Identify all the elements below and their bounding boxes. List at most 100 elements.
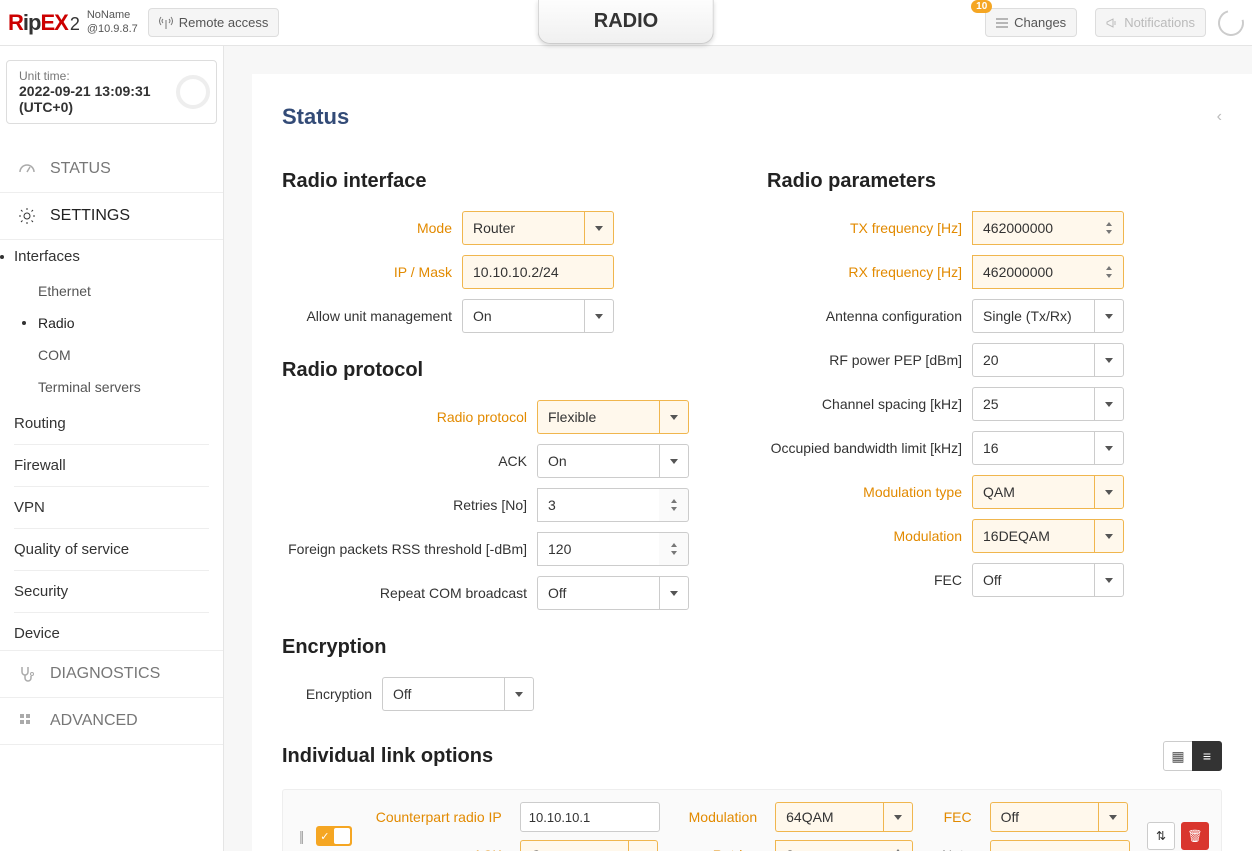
rx-frequency-input[interactable]: 462000000: [972, 255, 1094, 289]
channel-spacing-select[interactable]: 25: [972, 387, 1094, 421]
rss-stepper[interactable]: [659, 532, 689, 566]
notifications-button[interactable]: Notifications: [1095, 8, 1206, 37]
sidebar-item-com[interactable]: COM: [0, 339, 223, 371]
nav-advanced[interactable]: ADVANCED: [0, 698, 223, 745]
clock-ring-icon: [176, 75, 210, 109]
swap-icon: ⇅: [1156, 829, 1166, 843]
link-ack-select[interactable]: On: [520, 840, 628, 851]
rcb-select[interactable]: Off: [537, 576, 659, 610]
link-note-input[interactable]: [990, 840, 1130, 851]
unit-name: NoName: [87, 9, 138, 22]
modulation-type-select[interactable]: QAM: [972, 475, 1094, 509]
antenna-select[interactable]: Single (Tx/Rx): [972, 299, 1094, 333]
retries-stepper[interactable]: [659, 488, 689, 522]
status-heading: Status: [282, 104, 349, 130]
fec-select[interactable]: Off: [972, 563, 1094, 597]
view-grid-button[interactable]: ▦: [1163, 741, 1193, 771]
changes-button[interactable]: Changes: [985, 8, 1077, 37]
sidebar-item-firewall[interactable]: Firewall: [0, 449, 223, 482]
trash-icon: 🗑: [1187, 829, 1202, 843]
link-retries-input[interactable]: 3: [775, 840, 883, 851]
gauge-icon: [18, 160, 36, 178]
antenna-dropdown-button[interactable]: [1094, 299, 1124, 333]
drag-handle-icon[interactable]: ||: [295, 828, 306, 844]
encryption-dropdown-button[interactable]: [504, 677, 534, 711]
sidebar-item-device[interactable]: Device: [0, 617, 223, 650]
rx-frequency-stepper[interactable]: [1094, 255, 1124, 289]
encryption-heading: Encryption: [282, 636, 737, 659]
top-bar: RipEX2 NoName @10.9.8.7 Remote access RA…: [0, 0, 1252, 46]
page-title-tab: RADIO: [538, 0, 714, 44]
ack-select[interactable]: On: [537, 444, 659, 478]
sidebar-item-radio[interactable]: Radio: [0, 307, 223, 339]
sidebar-item-vpn[interactable]: VPN: [0, 491, 223, 524]
tx-frequency-input[interactable]: 462000000: [972, 211, 1094, 245]
swap-button[interactable]: ⇅: [1147, 822, 1175, 850]
sidebar-item-ethernet[interactable]: Ethernet: [0, 275, 223, 307]
sidebar-item-interfaces[interactable]: Interfaces: [0, 240, 223, 273]
changes-badge: 10: [971, 0, 992, 13]
rf-power-select[interactable]: 20: [972, 343, 1094, 377]
nav-diagnostics[interactable]: DIAGNOSTICS: [0, 651, 223, 698]
rf-power-dropdown-button[interactable]: [1094, 343, 1124, 377]
encryption-select[interactable]: Off: [382, 677, 504, 711]
grid-icon: [18, 712, 36, 730]
radio-interface-heading: Radio interface: [282, 170, 737, 193]
check-icon: ✓: [320, 830, 329, 843]
link-modulation-select[interactable]: 64QAM: [775, 802, 883, 832]
list-icon: [996, 17, 1008, 29]
ip-mask-input[interactable]: 10.10.10.2/24: [462, 255, 614, 289]
logo: RipEX2: [8, 10, 79, 36]
channel-spacing-dropdown-button[interactable]: [1094, 387, 1124, 421]
antenna-icon: [159, 16, 173, 30]
sidebar-item-security[interactable]: Security: [0, 575, 223, 608]
unit-ip: @10.9.8.7: [87, 23, 138, 36]
chevron-left-icon[interactable]: ‹: [1217, 108, 1222, 126]
mode-select[interactable]: Router: [462, 211, 584, 245]
link-ack-dropdown-button[interactable]: [628, 840, 658, 851]
nav-settings[interactable]: SETTINGS: [0, 193, 223, 240]
link-options-heading: Individual link options: [282, 745, 493, 768]
radio-protocol-dropdown-button[interactable]: [659, 400, 689, 434]
radio-protocol-select[interactable]: Flexible: [537, 400, 659, 434]
grid-icon: ▦: [1171, 748, 1184, 765]
remote-access-button[interactable]: Remote access: [148, 8, 280, 37]
delete-button[interactable]: 🗑: [1181, 822, 1209, 850]
mode-dropdown-button[interactable]: [584, 211, 614, 245]
stethoscope-icon: [18, 665, 36, 683]
modulation-type-dropdown-button[interactable]: [1094, 475, 1124, 509]
unit-meta: NoName @10.9.8.7: [87, 9, 138, 35]
radio-parameters-heading: Radio parameters: [767, 170, 1222, 193]
tx-frequency-stepper[interactable]: [1094, 211, 1124, 245]
aum-select[interactable]: On: [462, 299, 584, 333]
link-fec-select[interactable]: Off: [990, 802, 1098, 832]
list-icon: ≡: [1203, 748, 1211, 764]
megaphone-icon: [1106, 17, 1118, 29]
aum-dropdown-button[interactable]: [584, 299, 614, 333]
radio-protocol-heading: Radio protocol: [282, 359, 737, 382]
modulation-select[interactable]: 16DEQAM: [972, 519, 1094, 553]
link-modulation-dropdown-button[interactable]: [883, 802, 913, 832]
link-row: || ✓ Counterpart radio IP 10.10.10.1 Mod…: [282, 789, 1222, 851]
retries-input[interactable]: 3: [537, 488, 659, 522]
sidebar: Unit time: 2022-09-21 13:09:31 (UTC+0) S…: [0, 46, 224, 851]
sidebar-item-qos[interactable]: Quality of service: [0, 533, 223, 566]
rss-input[interactable]: 120: [537, 532, 659, 566]
refresh-icon[interactable]: [1213, 5, 1249, 41]
sidebar-item-terminal-servers[interactable]: Terminal servers: [0, 371, 223, 403]
ack-dropdown-button[interactable]: [659, 444, 689, 478]
obl-dropdown-button[interactable]: [1094, 431, 1124, 465]
rcb-dropdown-button[interactable]: [659, 576, 689, 610]
view-list-button[interactable]: ≡: [1192, 741, 1222, 771]
gear-icon: [18, 207, 36, 225]
link-retries-stepper[interactable]: [883, 840, 913, 851]
modulation-dropdown-button[interactable]: [1094, 519, 1124, 553]
link-enable-toggle[interactable]: ✓: [316, 826, 352, 846]
sidebar-item-routing[interactable]: Routing: [0, 407, 223, 440]
obl-select[interactable]: 16: [972, 431, 1094, 465]
fec-dropdown-button[interactable]: [1094, 563, 1124, 597]
unit-time-box: Unit time: 2022-09-21 13:09:31 (UTC+0): [6, 60, 217, 124]
link-fec-dropdown-button[interactable]: [1098, 802, 1128, 832]
nav-status[interactable]: STATUS: [0, 146, 223, 193]
counterpart-ip-input[interactable]: 10.10.10.1: [520, 802, 660, 832]
